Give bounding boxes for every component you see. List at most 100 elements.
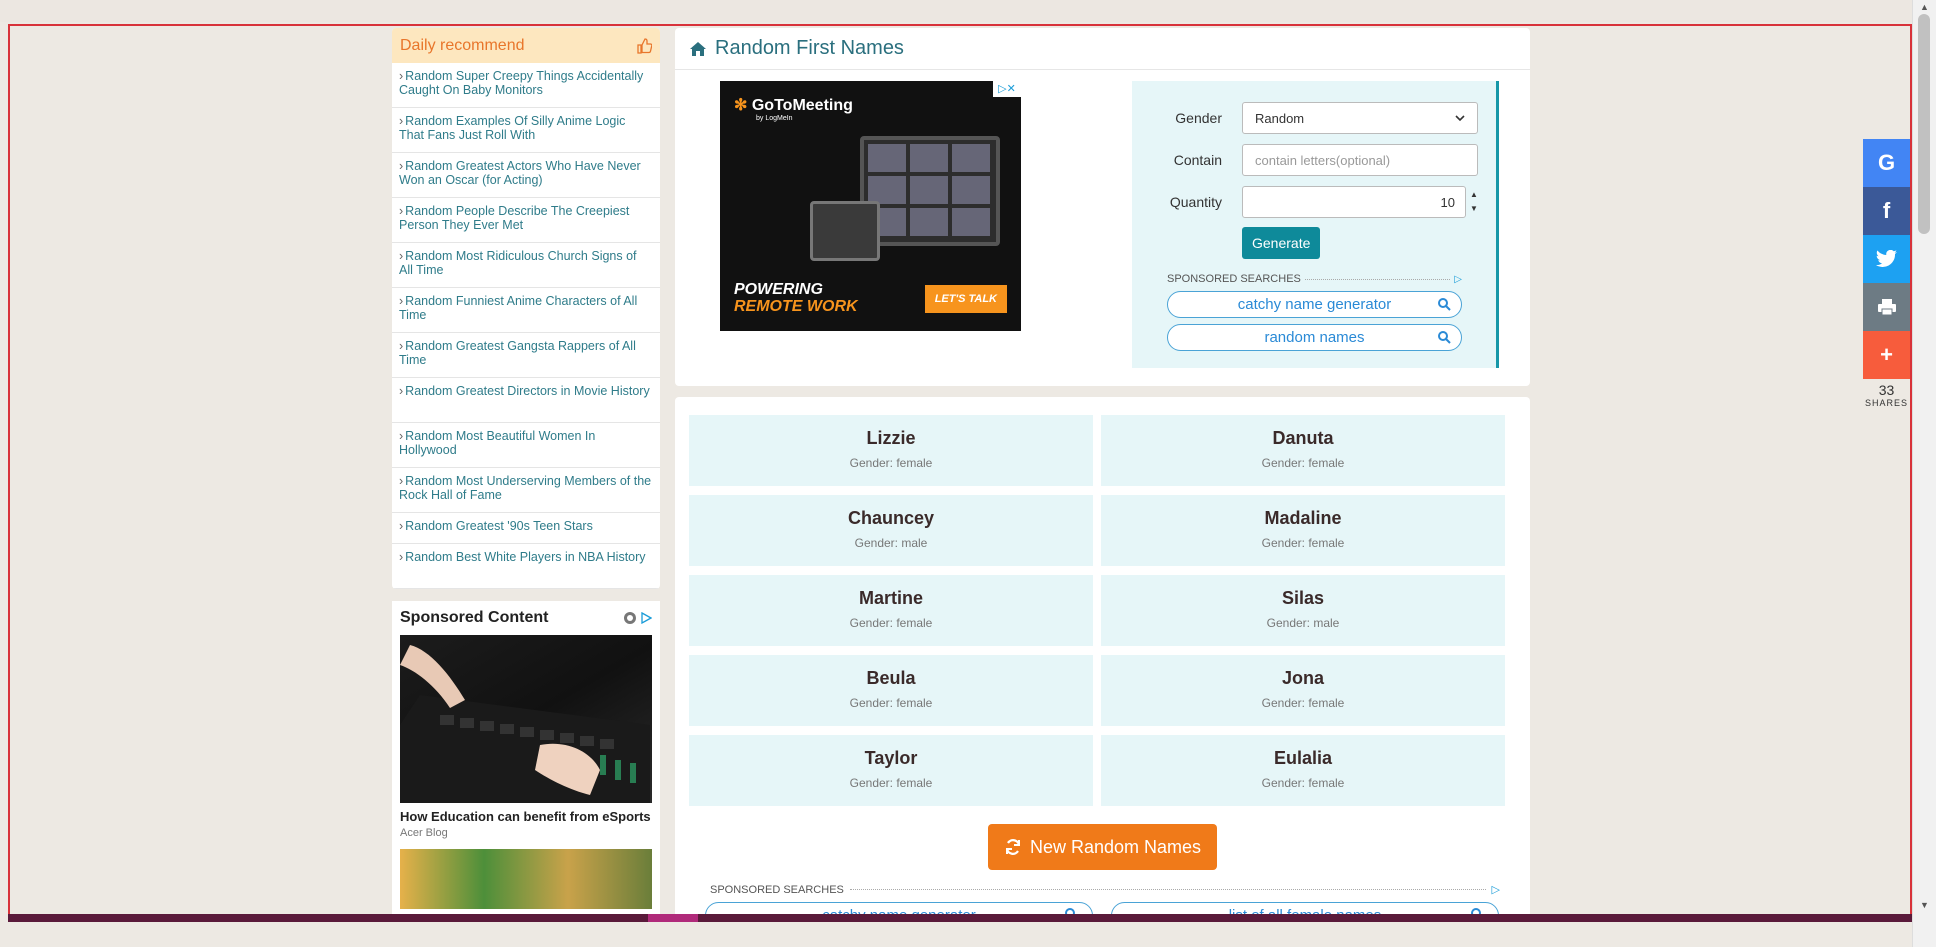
name-card[interactable]: Silas Gender: male [1101, 575, 1505, 646]
keyboard-illustration [400, 645, 650, 803]
daily-recommend-item[interactable]: › Random Most Ridiculous Church Signs of … [392, 243, 660, 288]
daily-recommend-item[interactable]: › Random Most Beautiful Women In Hollywoo… [392, 423, 660, 468]
daily-recommend-item[interactable]: › Random Best White Players in NBA Histor… [392, 544, 660, 589]
ad-close-icon[interactable]: ▷✕ [993, 81, 1021, 97]
names-panel: Lizzie Gender: female Danuta Gender: female… [675, 397, 1530, 917]
chevron-right-icon: › [399, 114, 404, 128]
facebook-share-button[interactable]: f [1863, 187, 1910, 235]
sponsored-image-2[interactable] [400, 849, 652, 909]
name-card[interactable]: Jona Gender: female [1101, 655, 1505, 726]
generated-name: Jona [1281, 668, 1324, 688]
generate-button[interactable]: Generate [1242, 227, 1321, 259]
plus-icon: + [1880, 342, 1893, 367]
daily-recommend-title: Daily recommend [400, 36, 525, 54]
monitor-illustration [860, 136, 1000, 246]
daily-recommend-item[interactable]: › Random Greatest Directors in Movie Hist… [392, 378, 660, 423]
daily-recommend-item[interactable]: › Random Greatest '90s Teen Stars [392, 513, 660, 544]
facebook-icon: f [1882, 198, 1891, 223]
name-gender: Gender: male [1266, 616, 1340, 630]
daily-recommend-header: Daily recommend [392, 28, 660, 63]
name-card[interactable]: Martine Gender: female [689, 575, 1093, 646]
ad-choices[interactable] [623, 611, 652, 625]
browser-top-strip [0, 0, 1936, 22]
refresh-icon [1005, 839, 1021, 855]
print-share-button[interactable] [1863, 283, 1910, 331]
ad-cta-button[interactable]: LET'S TALK [924, 285, 1007, 313]
generated-name: Beula [866, 668, 916, 688]
page-title-bar: Random First Names [675, 28, 1530, 70]
chevron-right-icon: › [399, 429, 404, 443]
name-gender: Gender: female [849, 696, 933, 710]
sponsored-title: Sponsored Content [400, 609, 549, 626]
name-card[interactable]: Danuta Gender: female [1101, 415, 1505, 486]
generator-panel: Random First Names ✻ GoToMeeting by LogMe… [675, 28, 1530, 386]
quantity-input[interactable]: 10 [1242, 186, 1466, 218]
contain-label: Contain [1173, 152, 1222, 168]
search-icon [1438, 298, 1451, 311]
home-icon[interactable] [689, 41, 707, 57]
more-share-button[interactable]: + [1863, 331, 1910, 379]
name-card[interactable]: Chauncey Gender: male [689, 495, 1093, 566]
scroll-down-icon: ▼ [1920, 900, 1929, 910]
daily-recommend-item[interactable]: › Random Super Creepy Things Accidentally… [392, 63, 660, 108]
chevron-down-icon [1455, 115, 1465, 122]
name-card[interactable]: Lizzie Gender: female [689, 415, 1093, 486]
google-share-button[interactable]: G [1863, 139, 1910, 187]
daily-recommend-item[interactable]: › Random Most Underserving Members of the… [392, 468, 660, 513]
chevron-right-icon: › [399, 474, 404, 488]
search-pill-2[interactable]: random names [1167, 324, 1462, 351]
sponsored-image-keyboard[interactable] [400, 635, 652, 803]
chevron-right-icon: › [399, 159, 404, 173]
ad-choices-icon: ▷ [1491, 884, 1500, 896]
daily-recommend-item[interactable]: › Random Examples Of Silly Anime Logic Th… [392, 108, 660, 153]
sponsored-content: Sponsored Content How Education can bene… [392, 601, 660, 921]
name-card[interactable]: Madaline Gender: female [1101, 495, 1505, 566]
new-random-names-button[interactable]: New Random Names [988, 824, 1217, 870]
chevron-right-icon: › [399, 294, 404, 308]
gender-select[interactable]: Random [1242, 102, 1478, 134]
generated-name: Taylor [864, 748, 918, 768]
daily-recommend-item[interactable]: › Random Funniest Anime Characters of All… [392, 288, 660, 333]
name-card[interactable]: Eulalia Gender: female [1101, 735, 1505, 806]
generated-name: Lizzie [866, 428, 916, 448]
twitter-icon [1875, 250, 1897, 267]
google-icon: G [1877, 150, 1896, 175]
bottom-bar [8, 914, 1912, 922]
search-pill-1[interactable]: catchy name generator [1167, 291, 1462, 318]
share-label: SHARES [1864, 398, 1908, 408]
ad-choices-icon: ▷ [1454, 273, 1462, 285]
twitter-share-button[interactable] [1863, 235, 1910, 283]
ad-choices-icon [641, 612, 652, 624]
chevron-right-icon: › [399, 249, 404, 263]
print-icon [1877, 299, 1896, 316]
page-title: Random First Names [715, 37, 904, 59]
gender-label: Gender [1175, 110, 1222, 126]
gotomeeting-ad[interactable]: ✻ GoToMeeting by LogMeIn ▷✕ POWERING REMOT… [720, 81, 1021, 331]
name-card[interactable]: Taylor Gender: female [689, 735, 1093, 806]
quantity-label: Quantity [1169, 194, 1222, 210]
quantity-stepper[interactable]: ▲ ▼ [1468, 188, 1480, 216]
name-gender: Gender: male [854, 536, 928, 550]
scrollbar-thumb[interactable] [1918, 14, 1930, 234]
name-gender: Gender: female [849, 456, 933, 470]
daily-recommend-item[interactable]: › Random People Describe The Creepiest Pe… [392, 198, 660, 243]
ad-headline: POWERING REMOTE WORK [734, 281, 858, 315]
sponsored-searches-header: SPONSORED SEARCHES ▷ [1167, 273, 1462, 285]
bottom-sponsored-header: SPONSORED SEARCHES ▷ [710, 883, 1500, 897]
name-gender: Gender: female [849, 616, 933, 630]
daily-recommend-item[interactable]: › Random Greatest Actors Who Have Never W… [392, 153, 660, 198]
generator-form: Gender Random Contain contain letters(op… [1132, 81, 1499, 368]
scroll-up-icon: ▲ [1920, 2, 1929, 12]
name-gender: Gender: female [1261, 536, 1345, 550]
page-scrollbar[interactable]: ▲ ▼ [1912, 0, 1936, 947]
daily-recommend-item[interactable]: › Random Greatest Gangsta Rappers of All … [392, 333, 660, 378]
name-card[interactable]: Beula Gender: female [689, 655, 1093, 726]
contain-input[interactable]: contain letters(optional) [1242, 144, 1478, 176]
sponsored-source: Acer Blog [400, 827, 448, 839]
sponsored-caption[interactable]: How Education can benefit from eSports [400, 809, 652, 825]
chevron-right-icon: › [399, 339, 404, 353]
name-gender: Gender: female [1261, 776, 1345, 790]
daily-recommend-box: Daily recommend › Random Super Creepy Thi… [392, 28, 660, 589]
share-bar: G f + 33 SHARES [1863, 139, 1910, 408]
generated-name: Chauncey [847, 508, 935, 528]
